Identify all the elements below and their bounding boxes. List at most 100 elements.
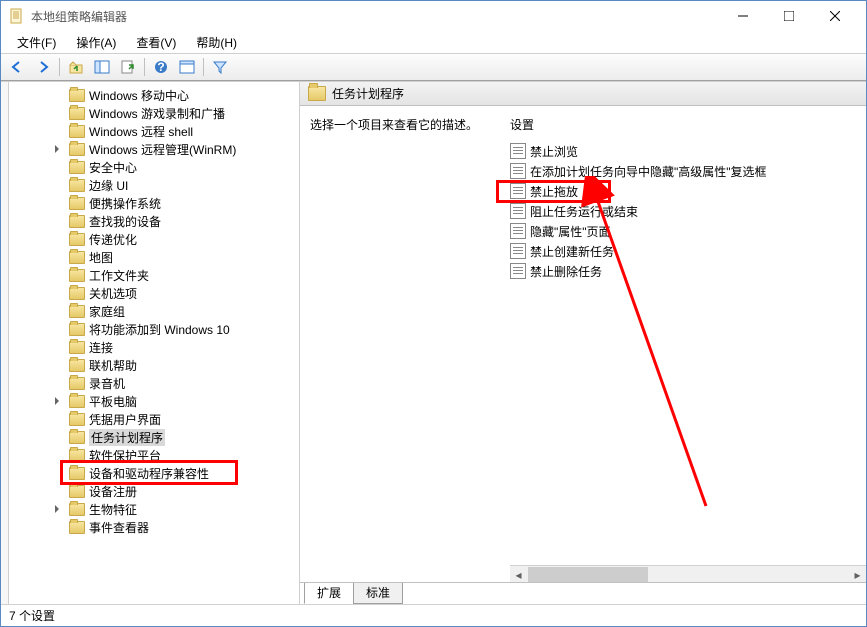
tree[interactable]: Windows 移动中心Windows 游戏录制和广播Windows 远程 sh…: [9, 82, 299, 604]
setting-item[interactable]: 禁止浏览: [510, 141, 866, 161]
tree-item-label: 任务计划程序: [89, 429, 165, 446]
tree-item-label: 设备和驱动程序兼容性: [89, 465, 209, 482]
tree-item[interactable]: 录音机: [9, 374, 299, 392]
tree-item-label: Windows 远程管理(WinRM): [89, 141, 236, 158]
tree-item[interactable]: 地图: [9, 248, 299, 266]
toolbar-separator: [144, 58, 145, 76]
left-gutter: [1, 82, 9, 604]
svg-text:?: ?: [157, 60, 164, 74]
tree-item[interactable]: 联机帮助: [9, 356, 299, 374]
tree-item-label: Windows 远程 shell: [89, 123, 193, 140]
tree-item[interactable]: Windows 远程管理(WinRM): [9, 140, 299, 158]
policy-icon: [510, 183, 526, 199]
tree-item-label: 生物特征: [89, 501, 137, 518]
settings-header: 设置: [510, 116, 866, 133]
help-button[interactable]: ?: [149, 56, 173, 78]
folder-icon: [69, 161, 85, 174]
tree-item[interactable]: Windows 移动中心: [9, 86, 299, 104]
tab-standard[interactable]: 标准: [353, 583, 403, 604]
scroll-left-icon[interactable]: ◂: [510, 566, 527, 583]
tree-item-label: 工作文件夹: [89, 267, 149, 284]
close-button[interactable]: [812, 1, 858, 31]
tree-item[interactable]: 设备和驱动程序兼容性: [9, 464, 299, 482]
tree-item[interactable]: 家庭组: [9, 302, 299, 320]
policy-icon: [510, 203, 526, 219]
tree-item[interactable]: 边缘 UI: [9, 176, 299, 194]
folder-icon: [69, 521, 85, 534]
folder-icon: [69, 287, 85, 300]
tree-item-label: 安全中心: [89, 159, 137, 176]
forward-button[interactable]: [31, 56, 55, 78]
folder-icon: [69, 323, 85, 336]
tree-item[interactable]: 关机选项: [9, 284, 299, 302]
tree-item[interactable]: 任务计划程序: [9, 428, 299, 446]
tree-item-label: Windows 游戏录制和广播: [89, 105, 225, 122]
setting-item[interactable]: 禁止拖放: [510, 181, 866, 201]
menu-file[interactable]: 文件(F): [9, 32, 64, 53]
policy-icon: [510, 243, 526, 259]
tree-item-label: 设备注册: [89, 483, 137, 500]
folder-icon: [69, 449, 85, 462]
folder-icon: [69, 359, 85, 372]
maximize-button[interactable]: [766, 1, 812, 31]
main-split: Windows 移动中心Windows 游戏录制和广播Windows 远程 sh…: [1, 81, 866, 604]
setting-item[interactable]: 禁止删除任务: [510, 261, 866, 281]
toolbar-separator: [203, 58, 204, 76]
settings-hscroll[interactable]: ◂ ▸: [510, 565, 866, 582]
tree-item[interactable]: 软件保护平台: [9, 446, 299, 464]
tree-item-label: 凭据用户界面: [89, 411, 161, 428]
tab-extended[interactable]: 扩展: [304, 583, 354, 604]
tree-item[interactable]: 便携操作系统: [9, 194, 299, 212]
tree-item[interactable]: 生物特征: [9, 500, 299, 518]
tree-item-label: 关机选项: [89, 285, 137, 302]
minimize-button[interactable]: [720, 1, 766, 31]
setting-item[interactable]: 在添加计划任务向导中隐藏"高级属性"复选框: [510, 161, 866, 181]
tree-item[interactable]: 安全中心: [9, 158, 299, 176]
folder-icon: [69, 431, 85, 444]
app-icon: [9, 8, 25, 24]
setting-label: 禁止删除任务: [530, 263, 602, 280]
folder-icon: [69, 251, 85, 264]
folder-icon: [69, 179, 85, 192]
scroll-thumb[interactable]: [528, 567, 648, 582]
tree-item[interactable]: 查找我的设备: [9, 212, 299, 230]
back-button[interactable]: [5, 56, 29, 78]
tree-item[interactable]: 连接: [9, 338, 299, 356]
menu-view[interactable]: 查看(V): [128, 32, 184, 53]
menubar: 文件(F) 操作(A) 查看(V) 帮助(H): [1, 31, 866, 53]
menu-help[interactable]: 帮助(H): [188, 32, 245, 53]
show-hide-tree-button[interactable]: [90, 56, 114, 78]
setting-item[interactable]: 阻止任务运行或结束: [510, 201, 866, 221]
tree-item[interactable]: Windows 游戏录制和广播: [9, 104, 299, 122]
tree-item[interactable]: 传递优化: [9, 230, 299, 248]
setting-label: 禁止拖放: [530, 183, 578, 200]
description-prompt: 选择一个项目来查看它的描述。: [310, 116, 510, 133]
filter-button[interactable]: [208, 56, 232, 78]
setting-item[interactable]: 隐藏"属性"页面: [510, 221, 866, 241]
tree-item[interactable]: Windows 远程 shell: [9, 122, 299, 140]
tree-item[interactable]: 凭据用户界面: [9, 410, 299, 428]
tree-item[interactable]: 设备注册: [9, 482, 299, 500]
status-text: 7 个设置: [9, 607, 55, 624]
scroll-track[interactable]: [527, 566, 849, 582]
export-list-button[interactable]: [116, 56, 140, 78]
menu-action[interactable]: 操作(A): [68, 32, 124, 53]
folder-icon: [69, 305, 85, 318]
folder-icon: [69, 485, 85, 498]
setting-label: 阻止任务运行或结束: [530, 203, 638, 220]
folder-icon: [69, 503, 85, 516]
scroll-right-icon[interactable]: ▸: [849, 566, 866, 583]
tree-item[interactable]: 事件查看器: [9, 518, 299, 536]
properties-button[interactable]: [175, 56, 199, 78]
folder-icon: [69, 467, 85, 480]
tree-item-label: 事件查看器: [89, 519, 149, 536]
tree-item[interactable]: 将功能添加到 Windows 10: [9, 320, 299, 338]
tree-item[interactable]: 平板电脑: [9, 392, 299, 410]
tree-item[interactable]: 工作文件夹: [9, 266, 299, 284]
up-level-button[interactable]: [64, 56, 88, 78]
setting-label: 隐藏"属性"页面: [530, 223, 611, 240]
setting-item[interactable]: 禁止创建新任务: [510, 241, 866, 261]
tree-pane: Windows 移动中心Windows 游戏录制和广播Windows 远程 sh…: [9, 82, 300, 604]
folder-icon: [69, 233, 85, 246]
toolbar: ?: [1, 53, 866, 81]
